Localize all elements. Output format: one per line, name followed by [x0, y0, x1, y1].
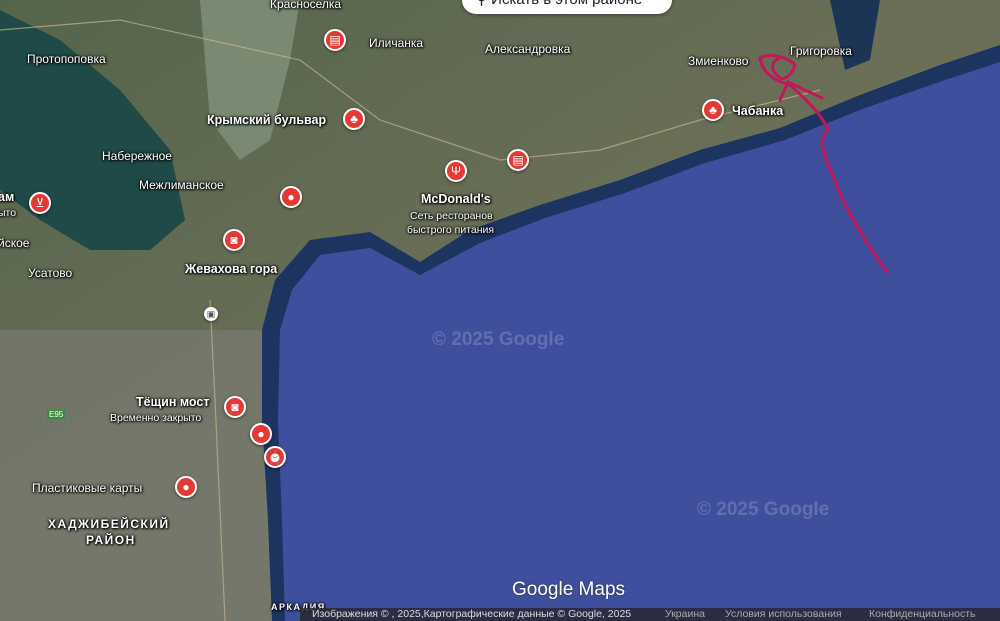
country-link[interactable]: Украина [665, 608, 705, 621]
camera-marker-icon[interactable]: ◙ [224, 396, 246, 418]
shopping-cart-marker-icon[interactable]: ⊻ [29, 192, 51, 214]
place-label[interactable]: Красноселка [270, 0, 341, 11]
place-sublabel: Сеть ресторанов [410, 210, 493, 222]
watermark: © 2025 Google [697, 499, 830, 520]
place-sublabel: быстрого питания [407, 224, 495, 236]
district-label: ХАДЖИБЕЙСКИЙ [48, 517, 170, 531]
place-label[interactable]: Змиенково [688, 54, 748, 68]
park-marker-icon[interactable]: ♣ [343, 108, 365, 130]
train-marker-icon[interactable]: ▤ [507, 149, 529, 171]
place-label[interactable]: Межлиманское [139, 178, 224, 192]
place-label[interactable]: McDonald's [421, 192, 491, 206]
place-marker-icon[interactable]: ● [250, 423, 272, 445]
map-footer: Изображения © , 2025,Картографические да… [300, 608, 1000, 621]
search-this-area-button[interactable]: ⚲ Искать в этом районе [462, 0, 672, 14]
camera-marker-icon[interactable]: ◙ [223, 229, 245, 251]
place-label[interactable]: Протопоповка [27, 52, 106, 66]
search-icon: ⚲ [476, 0, 491, 8]
place-sublabel: Временно закрыто [110, 412, 202, 424]
metro-marker-icon[interactable]: ▣ [204, 307, 218, 321]
place-label[interactable]: Пластиковые карты [32, 481, 142, 495]
train-marker-icon[interactable]: ▤ [324, 29, 346, 51]
place-label[interactable]: Григоровка [790, 44, 852, 58]
place-label[interactable]: Крымский бульвар [207, 113, 326, 127]
highway-shield: E95 [47, 410, 66, 419]
terms-link[interactable]: Условия использования [725, 608, 842, 621]
place-label[interactable]: Усатово [28, 266, 72, 280]
place-label: ыто [0, 207, 17, 219]
alarm-marker-icon[interactable]: ⏰ [264, 446, 286, 468]
privacy-link[interactable]: Конфиденциальность [869, 608, 976, 621]
place-label[interactable]: Чабанка [732, 104, 783, 118]
place-label[interactable]: Иличанка [369, 36, 423, 50]
place-label[interactable]: ам [0, 190, 14, 204]
place-label[interactable]: Набережное [102, 149, 172, 163]
park-marker-icon[interactable]: ♣ [702, 99, 724, 121]
place-label[interactable]: Александровка [485, 42, 570, 56]
google-maps-logo: Google Maps [512, 579, 626, 600]
place-label[interactable]: Жевахова гора [185, 262, 277, 276]
place-marker-icon[interactable]: ● [175, 476, 197, 498]
place-label[interactable]: Тёщин мост [136, 395, 209, 409]
place-marker-icon[interactable]: ● [280, 186, 302, 208]
restaurant-marker-icon[interactable]: Ψ [445, 160, 467, 182]
watermark: © 2025 Google [432, 329, 565, 350]
city-area [0, 330, 280, 621]
attribution-text: Изображения © , 2025,Картографические да… [312, 608, 632, 620]
place-label[interactable]: йское [0, 236, 29, 250]
district-label: РАЙОН [86, 533, 136, 547]
